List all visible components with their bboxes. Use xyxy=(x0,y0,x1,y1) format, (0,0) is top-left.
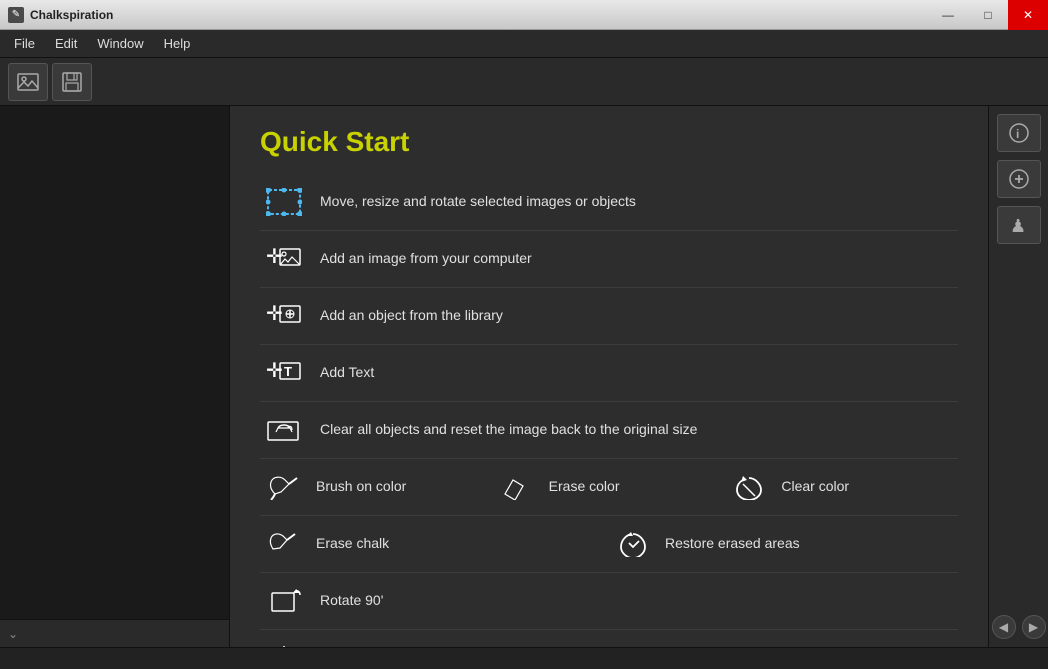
maximize-button[interactable]: □ xyxy=(968,0,1008,30)
qs-item-rotate[interactable]: Rotate 90' xyxy=(260,573,958,630)
clear-color-icon xyxy=(725,469,773,505)
menu-help[interactable]: Help xyxy=(154,32,201,55)
left-sidebar: ⌄ xyxy=(0,106,230,647)
qs-clear-color-text: Clear color xyxy=(781,477,849,497)
qs-add-image-text: Add an image from your computer xyxy=(320,249,532,269)
svg-text:i: i xyxy=(1016,127,1019,141)
qs-row-color: Brush on color Erase color xyxy=(260,459,958,516)
qs-item-add-image[interactable]: ✛ Add an image from your computer xyxy=(260,231,958,288)
qs-clear-text: Clear all objects and reset the image ba… xyxy=(320,420,697,440)
app-icon: ✎ xyxy=(8,7,24,23)
add-button[interactable] xyxy=(997,160,1041,198)
window-title: Chalkspiration xyxy=(30,8,113,22)
restore-erased-icon xyxy=(609,526,657,562)
sidebar-bottom: ⌄ xyxy=(0,619,229,647)
toolbar xyxy=(0,58,1048,106)
add-image-icon: ✛ xyxy=(260,241,308,277)
qs-erase-chalk-text: Erase chalk xyxy=(316,534,389,554)
menu-edit[interactable]: Edit xyxy=(45,32,87,55)
erase-chalk-icon xyxy=(260,526,308,562)
qs-brush-color-text: Brush on color xyxy=(316,477,406,497)
brush-color-icon xyxy=(260,469,308,505)
menu-bar: File Edit Window Help xyxy=(0,30,1048,58)
qs-item-add-text[interactable]: ✛ T Add Text xyxy=(260,345,958,402)
qs-item-restore-erased[interactable]: Restore erased areas xyxy=(609,526,958,562)
qs-row-erase: Erase chalk Restore erased areas xyxy=(260,516,958,573)
nav-next-btn[interactable]: ▶ xyxy=(1022,615,1046,639)
clear-icon xyxy=(260,412,308,448)
main-content: Quick Start Move, resize and rotate sele… xyxy=(230,106,988,647)
qs-select-text: Move, resize and rotate selected images … xyxy=(320,192,636,212)
qs-add-text-text: Add Text xyxy=(320,363,374,383)
select-icon xyxy=(260,184,308,220)
nav-btn-row: ◀ ▶ xyxy=(992,615,1046,639)
rotate-icon xyxy=(260,583,308,619)
status-bar xyxy=(0,647,1048,669)
sidebar-collapse-arrow[interactable]: ⌄ xyxy=(8,627,18,641)
minimize-button[interactable]: — xyxy=(928,0,968,30)
qs-item-brush-color[interactable]: Brush on color xyxy=(260,469,493,505)
info-button[interactable]: i xyxy=(997,114,1041,152)
right-nav-controls: ◀ ▶ xyxy=(992,615,1046,639)
main-layout: ⌄ Quick Start Move, resize and r xyxy=(0,106,1048,647)
qs-item-clear[interactable]: Clear all objects and reset the image ba… xyxy=(260,402,958,459)
svg-text:T: T xyxy=(284,364,292,379)
qs-item-erase-chalk[interactable]: Erase chalk xyxy=(260,526,609,562)
qs-item-select[interactable]: Move, resize and rotate selected images … xyxy=(260,174,958,231)
qs-item-flip-h[interactable]: Flip Horizontal xyxy=(260,630,958,647)
nav-prev-btn[interactable]: ◀ xyxy=(992,615,1016,639)
qs-item-clear-color[interactable]: Clear color xyxy=(725,469,958,505)
menu-window[interactable]: Window xyxy=(87,32,153,55)
flip-h-icon xyxy=(260,640,308,647)
qs-erase-color-text: Erase color xyxy=(549,477,620,497)
svg-text:♟: ♟ xyxy=(1010,216,1026,236)
erase-color-icon xyxy=(493,469,541,505)
add-object-icon: ✛ xyxy=(260,298,308,334)
toolbar-image-btn[interactable] xyxy=(8,63,48,101)
qs-item-erase-color[interactable]: Erase color xyxy=(493,469,726,505)
menu-file[interactable]: File xyxy=(4,32,45,55)
title-bar: ✎ Chalkspiration — □ ✕ xyxy=(0,0,1048,30)
right-sidebar: i ♟ ◀ ▶ xyxy=(988,106,1048,647)
qs-item-add-object[interactable]: ✛ Add an object from the library xyxy=(260,288,958,345)
close-button[interactable]: ✕ xyxy=(1008,0,1048,30)
image-icon xyxy=(16,70,40,94)
toolbar-save-btn[interactable] xyxy=(52,63,92,101)
sidebar-content xyxy=(0,106,229,619)
qs-restore-erased-text: Restore erased areas xyxy=(665,534,800,554)
window-controls: — □ ✕ xyxy=(928,0,1048,30)
puzzle-button[interactable]: ♟ xyxy=(997,206,1041,244)
add-text-icon: ✛ T xyxy=(260,355,308,391)
qs-add-object-text: Add an object from the library xyxy=(320,306,503,326)
qs-rotate-text: Rotate 90' xyxy=(320,591,383,611)
quick-start-title: Quick Start xyxy=(260,126,958,158)
save-icon xyxy=(60,70,84,94)
